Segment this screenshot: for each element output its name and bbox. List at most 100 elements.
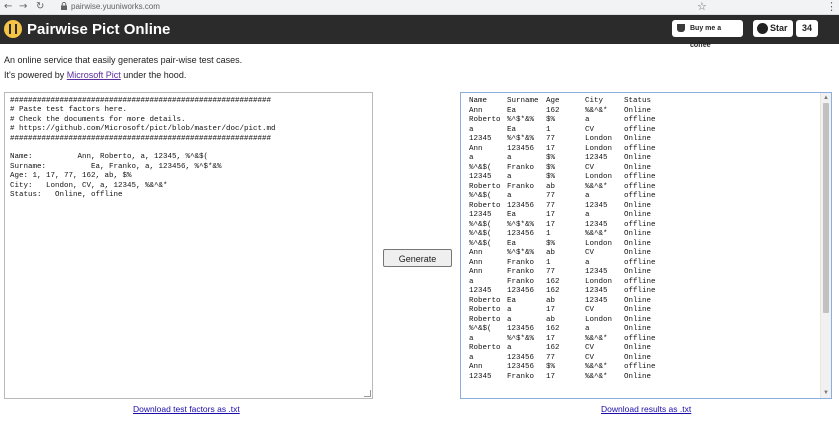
results-cell: 162: [546, 344, 560, 352]
results-row: 12345 Ea 17 a Online: [469, 211, 674, 221]
results-cell: a: [585, 325, 590, 333]
lock-icon: [61, 2, 67, 10]
results-cell: offline: [624, 220, 656, 229]
reload-icon[interactable]: ↻: [36, 1, 44, 13]
results-cell: %^$*&%: [507, 116, 535, 124]
results-cell: $%: [546, 239, 556, 248]
microsoft-pict-link[interactable]: Microsoft Pict: [67, 70, 121, 80]
results-row: Ann 123456 17 London offline: [469, 145, 674, 155]
results-cell: Online: [624, 106, 652, 115]
results-cell: offline: [624, 363, 656, 371]
results-cell: $%: [546, 363, 556, 371]
forward-arrow-icon[interactable]: →: [19, 1, 27, 13]
results-cell: %^&$(: [469, 220, 492, 229]
results-cell: Franko: [507, 372, 535, 381]
results-cell: offline: [624, 173, 656, 181]
results-row: Ann 123456 $% %&^&* offline: [469, 363, 674, 373]
url-bar[interactable]: pairwise.yuuniworks.com: [71, 2, 160, 12]
results-cell: %&^&*: [585, 106, 608, 115]
scroll-down-arrow-icon[interactable]: ▼: [823, 389, 829, 397]
results-cell: Ann: [469, 268, 483, 276]
results-cell: Online: [624, 268, 652, 276]
results-cell: %&^&*: [585, 334, 608, 343]
results-cell: Ea: [507, 239, 517, 248]
results-cell: Online: [624, 325, 652, 333]
results-cell: 1: [546, 125, 551, 134]
results-cell: %&^&*: [585, 363, 608, 371]
results-cell: Roberto: [469, 201, 501, 210]
download-results-link[interactable]: Download results as .txt: [601, 404, 691, 414]
bookmark-star-icon[interactable]: ☆: [697, 0, 707, 13]
results-cell: 1: [546, 258, 551, 267]
results-cell: Ann: [469, 106, 483, 115]
github-icon: [757, 23, 768, 34]
results-cell: %&^&*: [585, 372, 608, 381]
coffee-label: Buy me a coffee: [690, 25, 722, 49]
results-cell: CV: [585, 306, 595, 314]
results-cell: 12345: [585, 296, 608, 305]
buy-me-a-coffee-button[interactable]: Buy me a coffee: [672, 20, 743, 49]
results-header-cell: City: [585, 97, 604, 105]
results-cell: ab: [546, 182, 556, 191]
results-textarea[interactable]: Name Surname Age City Status Ann Ea 162 %&^&* Onl…: [460, 92, 832, 399]
github-star-count[interactable]: 34: [796, 20, 818, 37]
results-cell: Roberto: [469, 296, 501, 305]
results-cell: Online: [624, 296, 652, 305]
results-cell: 77: [546, 135, 556, 143]
results-row: a Franko 162 London offline: [469, 278, 674, 288]
results-cell: a: [469, 353, 474, 362]
results-cell: offline: [624, 144, 656, 153]
results-cell: offline: [624, 182, 656, 191]
results-cell: Online: [624, 163, 652, 172]
results-cell: $%: [546, 116, 556, 124]
results-cell: Online: [624, 344, 652, 352]
results-cell: Ann: [469, 144, 483, 153]
results-cell: London: [585, 144, 613, 153]
results-cell: ab: [546, 249, 556, 257]
results-cell: Ann: [469, 363, 483, 371]
results-scrollbar[interactable]: ▲ ▼: [820, 93, 831, 398]
browser-menu-icon[interactable]: ⋮: [826, 0, 837, 13]
results-cell: Franko: [507, 182, 535, 191]
scroll-up-arrow-icon[interactable]: ▲: [823, 94, 829, 102]
results-cell: Online: [624, 154, 652, 162]
results-row: a Ea 1 CV offline: [469, 126, 674, 136]
results-cell: 17: [546, 211, 556, 219]
resize-handle[interactable]: [364, 390, 371, 397]
results-cell: Roberto: [469, 182, 501, 191]
generate-button[interactable]: Generate: [383, 249, 452, 267]
results-row: a 123456 77 CV Online: [469, 354, 674, 364]
results-cell: a: [507, 192, 512, 200]
results-row: Roberto a 17 CV Online: [469, 306, 674, 316]
github-star-button[interactable]: Star: [753, 20, 793, 37]
results-cell: 162: [546, 325, 560, 333]
browser-toolbar: ← → ↻ pairwise.yuuniworks.com ☆ ⋮: [0, 0, 839, 15]
results-cell: CV: [585, 249, 595, 257]
results-row: Roberto Ea ab 12345 Online: [469, 297, 674, 307]
results-cell: 12345: [585, 287, 608, 295]
results-cell: a: [507, 306, 512, 314]
test-factors-textarea[interactable]: ########################################…: [4, 92, 373, 399]
results-row: a %^$*&% 17 %&^&* offline: [469, 335, 674, 345]
results-cell: London: [585, 277, 613, 286]
results-cell: a: [507, 173, 512, 181]
results-cell: a: [469, 277, 474, 286]
results-cell: %^&$(: [469, 230, 492, 238]
results-header-cell: Status: [624, 97, 652, 105]
results-cell: %^&$(: [469, 325, 492, 333]
results-cell: a: [585, 258, 590, 267]
results-row: Ann Franko 1 a offline: [469, 259, 674, 269]
results-cell: 17: [546, 220, 556, 229]
results-cell: 12345: [585, 268, 608, 276]
results-cell: a: [507, 315, 512, 324]
results-cell: Online: [624, 306, 652, 314]
results-cell: offline: [624, 192, 656, 200]
back-arrow-icon[interactable]: ←: [4, 1, 12, 13]
results-row: 12345 Franko 17 %&^&* Online: [469, 373, 674, 383]
results-row: 12345 a $% London offline: [469, 173, 674, 183]
results-row: Roberto a ab London Online: [469, 316, 674, 326]
results-cell: Online: [624, 353, 652, 362]
scrollbar-thumb[interactable]: [823, 103, 829, 313]
download-factors-link[interactable]: Download test factors as .txt: [133, 404, 240, 414]
test-factors-text[interactable]: ########################################…: [10, 97, 276, 200]
